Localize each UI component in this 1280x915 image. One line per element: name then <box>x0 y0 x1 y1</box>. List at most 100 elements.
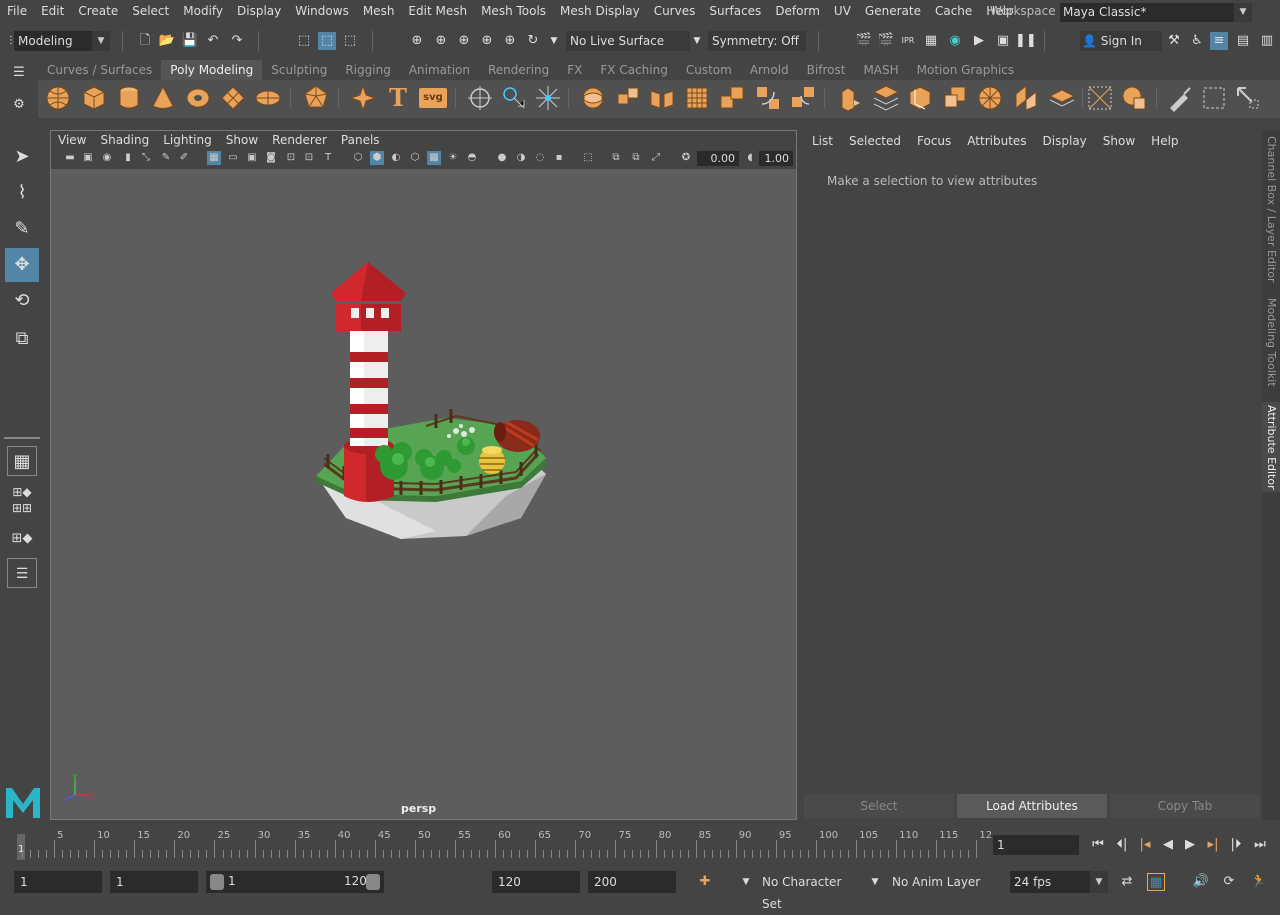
menu-edit[interactable]: Edit <box>34 0 71 22</box>
shelf-tab-custom[interactable]: Custom <box>677 60 741 80</box>
xray-components-icon[interactable]: ⤢ <box>649 151 663 165</box>
redo-icon[interactable]: ↷ <box>228 32 246 50</box>
shelf-tab-rendering[interactable]: Rendering <box>479 60 558 80</box>
gear-icon[interactable]: ⚙ <box>10 96 28 114</box>
select-component-icon[interactable]: ⬚ <box>341 32 359 50</box>
camera-attributes-icon[interactable]: ▣ <box>81 151 95 165</box>
poly-sphere-icon[interactable] <box>44 84 72 112</box>
exposure-field[interactable]: 0.00 <box>697 151 739 166</box>
type-tool-icon[interactable]: T <box>384 84 412 112</box>
poly-cube-icon[interactable] <box>80 84 108 112</box>
load-attributes-button[interactable]: Load Attributes <box>957 794 1107 818</box>
range-end-handle[interactable] <box>366 874 380 890</box>
timeline-track[interactable]: 1 51015202530354045505560657075808590951… <box>16 828 992 860</box>
combine-icon[interactable] <box>466 84 494 112</box>
fill-hole-icon[interactable] <box>718 84 746 112</box>
tab-modeling-toolkit[interactable]: Modeling Toolkit <box>1262 292 1280 392</box>
live-surface-field[interactable]: No Live Surface <box>566 31 690 51</box>
safe-action-icon[interactable]: ⊡ <box>302 151 316 165</box>
exposure-icon[interactable]: ✪ <box>679 151 693 165</box>
chevron-down-icon[interactable]: ▼ <box>737 873 755 891</box>
rotate-tool-icon[interactable]: ⟲ <box>5 284 39 318</box>
step-back-key-icon[interactable]: |◂ <box>1135 836 1155 854</box>
animation-start-field[interactable]: 1 <box>14 871 102 893</box>
shelf-tab-fx[interactable]: FX <box>558 60 591 80</box>
viewport-menu-show[interactable]: Show <box>219 131 265 149</box>
playback-start-field[interactable]: 1 <box>110 871 198 893</box>
loop-icon[interactable]: ⇄ <box>1118 873 1136 891</box>
smooth-icon[interactable] <box>534 84 562 112</box>
uv-planar-icon[interactable] <box>1120 84 1148 112</box>
modeling-toolkit-icon[interactable]: ⚒ <box>1165 32 1183 50</box>
step-forward-frame-icon[interactable]: |⏵ <box>1226 836 1246 854</box>
ipr-render-icon[interactable]: IPR <box>899 32 917 50</box>
single-perspective-layout-icon[interactable]: ▦ <box>7 446 37 476</box>
append-polygon-icon[interactable] <box>754 84 782 112</box>
render-view-icon[interactable]: ▣ <box>994 32 1012 50</box>
chevron-down-icon[interactable]: ▼ <box>866 873 884 891</box>
shelf-tab-animation[interactable]: Animation <box>400 60 479 80</box>
textured-icon[interactable]: ▩ <box>427 151 441 165</box>
playback-end-field[interactable]: 120 <box>492 871 580 893</box>
viewport-menu-renderer[interactable]: Renderer <box>265 131 334 149</box>
grid-icon[interactable]: ▦ <box>207 151 221 165</box>
shelf-tab-bifrost[interactable]: Bifrost <box>798 60 855 80</box>
wireframe-icon[interactable]: ⬡ <box>351 151 365 165</box>
chevron-down-icon[interactable]: ▼ <box>688 32 706 50</box>
scale-tool-icon[interactable]: ⧉ <box>5 322 39 356</box>
render-sequence-icon[interactable]: 🎬 <box>877 32 895 50</box>
menu-uv[interactable]: UV <box>827 0 858 22</box>
motion-blur-icon[interactable]: ◑ <box>514 151 528 165</box>
poly-disc-icon[interactable] <box>254 84 282 112</box>
target-weld-icon[interactable] <box>976 84 1004 112</box>
step-forward-key-icon[interactable]: ▸| <box>1203 836 1223 854</box>
shelf-tab-curves-surfaces[interactable]: Curves / Surfaces <box>38 60 161 80</box>
shelf-tab-fx-caching[interactable]: FX Caching <box>591 60 676 80</box>
viewport-menu-view[interactable]: View <box>51 131 93 149</box>
camera-select-icon[interactable]: ▬ <box>63 151 77 165</box>
shelf-tab-motion-graphics[interactable]: Motion Graphics <box>908 60 1024 80</box>
snap-curve-icon[interactable]: ⊕ <box>432 32 450 50</box>
default-material-icon[interactable]: ◐ <box>389 151 403 165</box>
select-button[interactable]: Select <box>804 794 954 818</box>
menu-cache[interactable]: Cache <box>928 0 979 22</box>
viewport-menu-panels[interactable]: Panels <box>334 131 387 149</box>
outliner-layout-icon[interactable]: ☰ <box>7 558 37 588</box>
wireframe-on-shaded-icon[interactable]: ⬡ <box>408 151 422 165</box>
shelf-tab-mash[interactable]: MASH <box>854 60 907 80</box>
arnold-render-icon[interactable]: ▶ <box>970 32 988 50</box>
new-scene-icon[interactable]: 🗋 <box>136 32 154 50</box>
snap-point-icon[interactable]: ⊕ <box>455 32 473 50</box>
menuset-dropdown[interactable]: Modeling ▼ <box>14 31 110 51</box>
xray-joints-icon[interactable]: ⧉ <box>629 151 643 165</box>
menu-mesh[interactable]: Mesh <box>356 0 402 22</box>
two-view-layout-icon[interactable]: ⊞◆ <box>5 522 39 556</box>
use-all-lights-icon[interactable]: ☀ <box>446 151 460 165</box>
gamma-icon[interactable]: ◖ <box>743 151 757 165</box>
range-slider[interactable]: 1 120 <box>206 871 384 893</box>
attr-menu-display[interactable]: Display <box>1035 130 1095 152</box>
poly-cone-icon[interactable] <box>149 84 177 112</box>
connect-icon[interactable] <box>1012 84 1040 112</box>
smooth-shade-icon[interactable]: ⬢ <box>370 151 384 165</box>
poly-plane-icon[interactable] <box>219 84 247 112</box>
snap-view-icon[interactable]: ⊕ <box>478 32 496 50</box>
bevel-icon[interactable] <box>872 84 900 112</box>
menu-create[interactable]: Create <box>71 0 125 22</box>
separate-icon[interactable] <box>500 84 528 112</box>
animation-end-field[interactable]: 200 <box>588 871 676 893</box>
play-forwards-icon[interactable]: ▶ <box>1180 836 1200 854</box>
select-object-icon[interactable]: ⬚ <box>318 32 336 50</box>
merge-icon[interactable] <box>789 84 817 112</box>
attr-menu-selected[interactable]: Selected <box>841 130 909 152</box>
menu-mesh-tools[interactable]: Mesh Tools <box>474 0 553 22</box>
lighthouse-island-model[interactable] <box>306 256 556 566</box>
viewport-menu-lighting[interactable]: Lighting <box>156 131 219 149</box>
hypershade-icon[interactable]: ◉ <box>946 32 964 50</box>
range-start-handle[interactable] <box>210 874 224 890</box>
grease-pencil-icon[interactable]: ✎ <box>159 151 173 165</box>
two-d-pan-icon[interactable]: ⤡ <box>139 151 153 165</box>
poly-torus-icon[interactable] <box>184 84 212 112</box>
snap-grid-icon[interactable]: ⊕ <box>408 32 426 50</box>
multi-cut-icon[interactable] <box>941 84 969 112</box>
